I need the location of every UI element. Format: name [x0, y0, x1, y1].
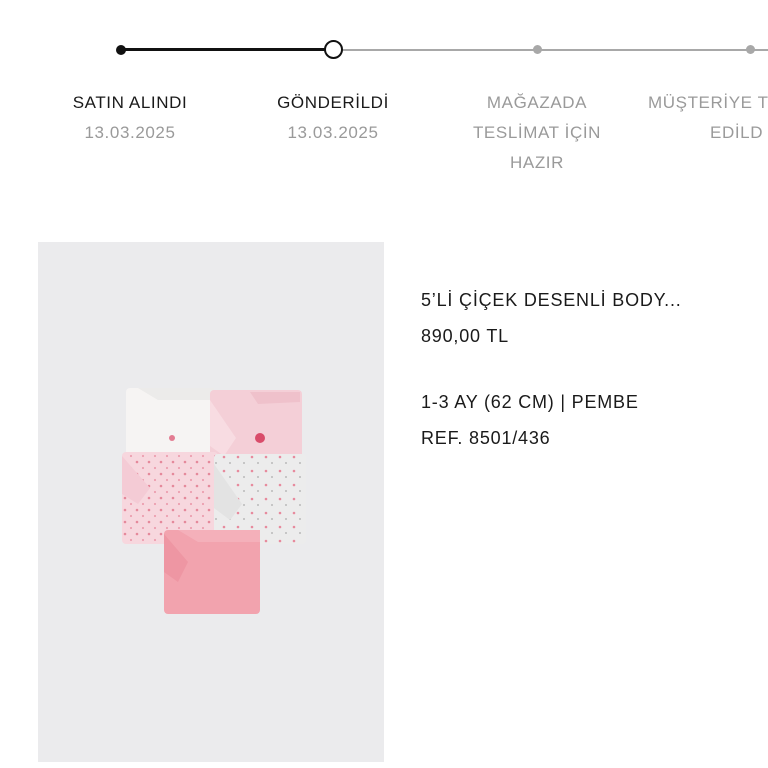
bodysuit-solid-pink — [164, 530, 260, 614]
step-shipped: GÖNDERİLDİ 13.03.2025 — [233, 88, 433, 148]
step-dot-shipped-current — [324, 40, 343, 59]
step-label-line: MAĞAZADA — [486, 93, 588, 112]
product-reference: REF. 8501/436 — [421, 428, 551, 448]
product-image[interactable] — [38, 242, 384, 762]
step-label: GÖNDERİLDİ — [277, 93, 389, 112]
step-label-line: HAZIR — [510, 153, 564, 172]
step-label: SATIN ALINDI — [72, 93, 188, 112]
step-date: 13.03.2025 — [84, 123, 176, 142]
step-dot-purchased — [116, 45, 126, 55]
step-dot-delivered — [746, 45, 755, 54]
baby-bodysuits-illustration — [122, 388, 306, 614]
product-price: 890,00 TL — [421, 326, 509, 346]
order-status-tracker: SATIN ALINDI 13.03.2025 GÖNDERİLDİ 13.03… — [0, 0, 768, 200]
product-name[interactable]: 5’Lİ ÇİÇEK DESENLİ BODY... — [421, 282, 761, 318]
progress-line-complete — [121, 48, 334, 51]
step-delivered: MÜŞTERİYE T EDİLD — [648, 88, 768, 148]
step-purchased: SATIN ALINDI 13.03.2025 — [30, 88, 230, 148]
step-ready-in-store: MAĞAZADA TESLİMAT İÇİN HAZIR — [437, 88, 637, 178]
progress-line-pending — [334, 49, 768, 51]
step-label-line: TESLİMAT İÇİN — [472, 123, 602, 142]
bodysuit-light-pink — [210, 390, 302, 458]
step-label-line: MÜŞTERİYE T — [648, 93, 768, 112]
product-variant: 1-3 AY (62 CM) | PEMBE — [421, 392, 639, 412]
step-dot-ready-in-store — [533, 45, 542, 54]
step-label-line: EDİLD — [710, 123, 764, 142]
product-info: 5’Lİ ÇİÇEK DESENLİ BODY... 890,00 TL 1-3… — [421, 282, 761, 456]
order-detail-page: SATIN ALINDI 13.03.2025 GÖNDERİLDİ 13.03… — [0, 0, 768, 768]
step-date: 13.03.2025 — [287, 123, 379, 142]
